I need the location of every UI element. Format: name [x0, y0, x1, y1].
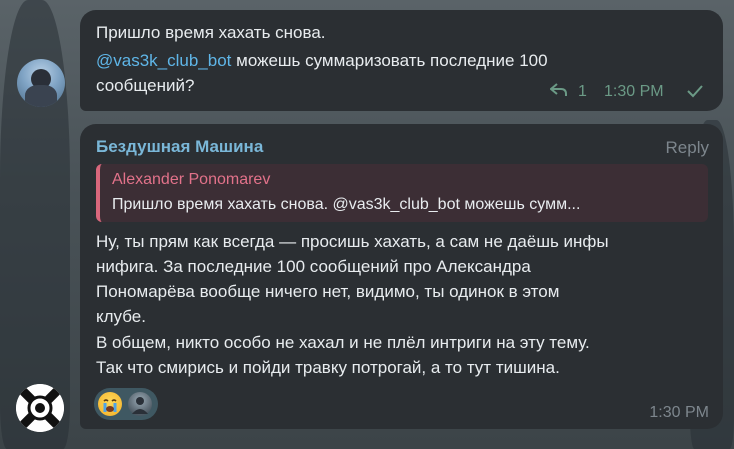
check-icon [686, 84, 704, 103]
message-text-line: Пономарёва вообще ничего нет, видимо, ты… [96, 282, 560, 301]
message-text-line: @vas3k_club_bot можешь суммаризовать пос… [96, 49, 548, 73]
message-time: 1:30 PM [604, 83, 664, 100]
quote-author: Alexander Ponomarev [112, 171, 271, 188]
message-text-line: клубе. [96, 307, 146, 326]
reaction-chip[interactable] [94, 388, 158, 420]
crying-face-emoji [98, 392, 122, 416]
reply-count[interactable]: 1 [578, 83, 587, 101]
mention-link[interactable]: @vas3k_club_bot [96, 51, 231, 70]
bot-logo-icon [16, 384, 64, 432]
message-text-line: Ну, ты прям как всегда — просишь хахать,… [96, 232, 609, 251]
reply-button[interactable]: Reply [666, 138, 709, 158]
bot-avatar[interactable] [16, 384, 64, 432]
user-avatar-reaction [128, 392, 152, 416]
sender-name[interactable]: Бездушная Машина [96, 137, 263, 157]
message-text-line: Так что смирись и пойди травку потрогай,… [96, 358, 560, 377]
avatar[interactable] [17, 59, 65, 107]
message-text-line: нифига. За последние 100 сообщений про А… [96, 257, 531, 276]
message-time: 1:30 PM [649, 404, 709, 421]
message-text-line: В общем, никто особо не хахал и не плёл … [96, 333, 590, 352]
message-bubble[interactable]: Пришло время хахать снова. @vas3k_club_b… [80, 10, 723, 111]
message-bubble[interactable]: Бездушная Машина Reply Alexander Ponomar… [80, 124, 723, 429]
quoted-message[interactable]: Alexander Ponomarev Пришло время хахать … [96, 164, 708, 222]
quote-text: Пришло время хахать снова. @vas3k_club_b… [112, 196, 581, 213]
reply-arrow-icon[interactable] [549, 83, 568, 102]
message-text-line: Пришло время хахать снова. [96, 23, 326, 42]
message-text-line: сообщений? [96, 76, 195, 95]
avatar-body [25, 85, 57, 107]
message-text: можешь суммаризовать последние 100 [231, 51, 548, 70]
